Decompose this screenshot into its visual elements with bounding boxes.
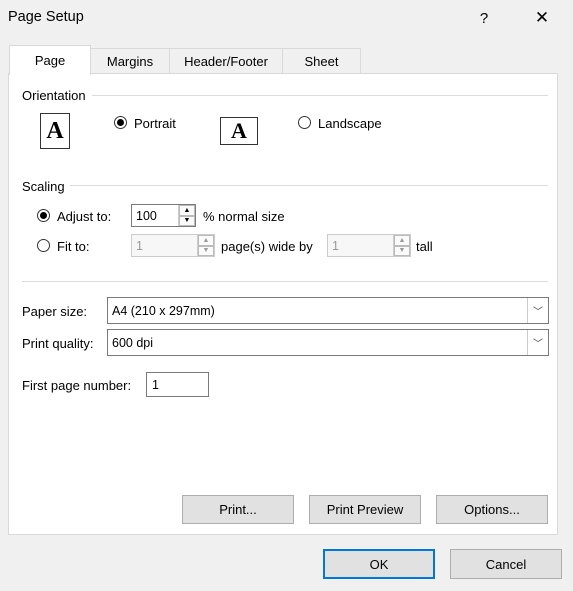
- paper-size-value[interactable]: A4 (210 x 297mm): [108, 304, 527, 318]
- fit-tall-value[interactable]: 1: [328, 239, 393, 253]
- scaling-divider: [70, 185, 548, 186]
- adjust-percent-spinner[interactable]: 100 ▲ ▼: [131, 204, 196, 227]
- spin-up-icon[interactable]: ▲: [198, 235, 214, 246]
- tab-margins[interactable]: Margins: [90, 48, 170, 73]
- spin-down-icon[interactable]: ▼: [179, 215, 195, 226]
- portrait-icon: A: [40, 113, 70, 149]
- options-button[interactable]: Options...: [436, 495, 548, 524]
- paper-size-label: Paper size:: [22, 304, 88, 319]
- fit-to-label[interactable]: Fit to:: [57, 239, 90, 254]
- tab-sheet[interactable]: Sheet: [282, 48, 361, 73]
- first-page-number-label: First page number:: [22, 378, 132, 393]
- fit-wide-value[interactable]: 1: [132, 239, 197, 253]
- paper-size-select[interactable]: A4 (210 x 297mm) ﹀: [107, 297, 549, 324]
- landscape-label[interactable]: Landscape: [318, 116, 382, 131]
- print-button[interactable]: Print...: [182, 495, 294, 524]
- fit-tall-spinner[interactable]: 1 ▲ ▼: [327, 234, 411, 257]
- ok-button[interactable]: OK: [323, 549, 435, 579]
- spin-down-icon[interactable]: ▼: [198, 245, 214, 256]
- fit-wide-suffix: page(s) wide by: [221, 239, 313, 254]
- print-quality-select[interactable]: 600 dpi ﹀: [107, 329, 549, 356]
- spin-down-icon[interactable]: ▼: [394, 245, 410, 256]
- print-quality-value[interactable]: 600 dpi: [108, 336, 527, 350]
- orientation-label: Orientation: [22, 88, 86, 103]
- chevron-down-icon[interactable]: ﹀: [527, 330, 548, 355]
- adjust-to-radio[interactable]: [37, 209, 50, 222]
- fit-to-radio[interactable]: [37, 239, 50, 252]
- landscape-icon: A: [220, 117, 258, 145]
- help-button[interactable]: ?: [468, 4, 500, 32]
- adjust-percent-suffix: % normal size: [203, 209, 285, 224]
- chevron-down-icon[interactable]: ﹀: [527, 298, 548, 323]
- dialog-title: Page Setup: [8, 9, 84, 25]
- section-divider: [22, 281, 548, 282]
- adjust-percent-value[interactable]: 100: [132, 209, 178, 223]
- print-quality-label: Print quality:: [22, 336, 94, 351]
- close-button[interactable]: ✕: [526, 4, 558, 32]
- fit-tall-suffix: tall: [416, 239, 433, 254]
- tab-page[interactable]: Page: [9, 45, 91, 75]
- landscape-radio[interactable]: [298, 116, 311, 129]
- portrait-radio[interactable]: [114, 116, 127, 129]
- first-page-number-input[interactable]: 1: [146, 372, 209, 397]
- spin-up-icon[interactable]: ▲: [179, 205, 195, 216]
- orientation-divider: [92, 95, 548, 96]
- print-preview-button[interactable]: Print Preview: [309, 495, 421, 524]
- fit-wide-spinner[interactable]: 1 ▲ ▼: [131, 234, 215, 257]
- cancel-button[interactable]: Cancel: [450, 549, 562, 579]
- spin-up-icon[interactable]: ▲: [394, 235, 410, 246]
- tab-header-footer[interactable]: Header/Footer: [169, 48, 283, 73]
- portrait-label[interactable]: Portrait: [134, 116, 176, 131]
- scaling-label: Scaling: [22, 179, 65, 194]
- adjust-to-label[interactable]: Adjust to:: [57, 209, 111, 224]
